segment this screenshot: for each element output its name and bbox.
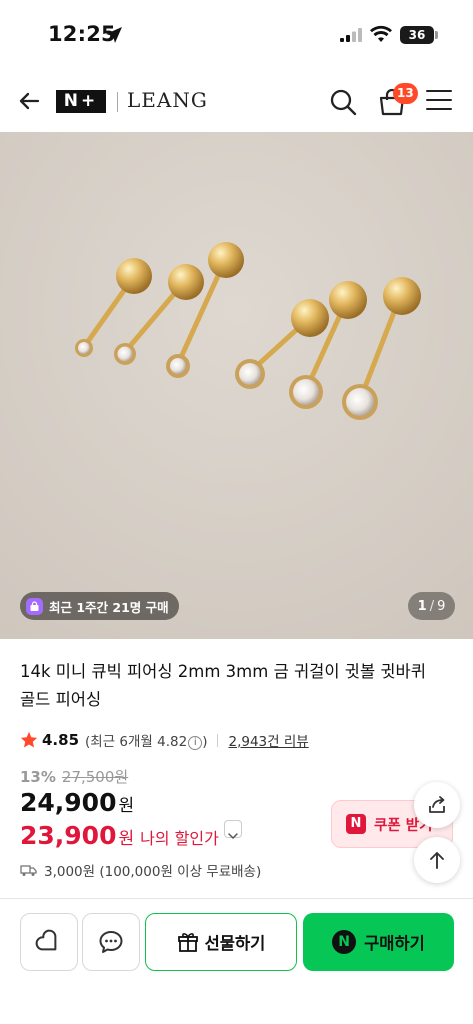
rating-value: 4.85 [42, 731, 80, 749]
gift-icon [177, 933, 198, 952]
sale-price-value: 24,900 [20, 788, 117, 817]
back-button[interactable] [14, 86, 44, 116]
recent-rating-text: (최근 6개월 4.82 [85, 734, 188, 750]
truck-icon [20, 865, 37, 876]
my-discount-price[interactable]: 23,900 원 나의 할인가 [20, 820, 242, 850]
my-price-value: 23,900 [20, 821, 117, 850]
product-image[interactable] [0, 132, 473, 639]
sale-price: 24,900 원 [20, 788, 134, 817]
delivery-info: 3,000원 (100,000원 이상 무료배송) [20, 860, 261, 880]
heart-icon [35, 929, 57, 951]
recent-rating: (최근 6개월 4.82 i) [85, 730, 207, 750]
cellular-signal-icon [340, 28, 362, 42]
rating-divider [217, 733, 219, 747]
share-icon [429, 796, 445, 813]
arrow-left-icon [19, 92, 40, 110]
gift-label: 선물하기 [204, 934, 266, 953]
menu-button[interactable] [426, 90, 452, 112]
brand-divider [117, 92, 118, 112]
review-count-link[interactable]: 2,943건 리뷰 [228, 730, 308, 750]
buy-button[interactable]: N 구매하기 [303, 913, 454, 971]
bottom-action-bar: 선물하기 N 구매하기 [0, 899, 473, 1024]
arrow-up-icon [430, 852, 444, 869]
search-button[interactable] [328, 87, 358, 117]
search-icon [330, 89, 357, 116]
image-page-indicator: 1 / 9 [408, 592, 455, 620]
chevron-down-icon[interactable] [223, 820, 242, 840]
my-price-currency: 원 [118, 829, 135, 849]
scroll-top-button[interactable] [414, 837, 460, 883]
original-price: 27,500원 [61, 768, 129, 786]
page-separator: / [429, 598, 435, 614]
rating-row: 4.85 (최근 6개월 4.82 i) 2,943건 리뷰 [20, 730, 309, 750]
naver-n-icon: N [346, 814, 366, 834]
page-current: 1 [417, 598, 427, 614]
location-arrow-icon [106, 27, 122, 43]
brand-logo-mark[interactable]: N+ [56, 90, 106, 113]
status-bar: 12:25 36 [0, 0, 473, 68]
earring-photo [0, 132, 473, 639]
star-icon [20, 731, 38, 748]
battery-indicator: 36 [400, 26, 434, 44]
battery-tip [435, 31, 438, 39]
chat-bubble-icon [99, 931, 123, 953]
brand-name[interactable]: LEANG [127, 88, 208, 112]
naver-pay-icon: N [332, 930, 357, 954]
gift-button[interactable]: 선물하기 [145, 913, 297, 971]
share-button[interactable] [414, 782, 460, 828]
recent-purchase-badge: 최근 1주간 21명 구매 [20, 592, 179, 620]
cart-count-badge: 13 [393, 83, 418, 104]
discount-row: 13% 27,500원 [20, 766, 128, 787]
discount-rate: 13% [20, 768, 56, 786]
wishlist-button[interactable] [20, 913, 78, 971]
buy-label: 구매하기 [364, 934, 425, 953]
chat-button[interactable] [82, 913, 140, 971]
product-title: 14k 미니 큐빅 피어싱 2mm 3mm 금 귀걸이 귓볼 귓바퀴 골드 피어… [20, 662, 426, 709]
recent-purchase-text: 최근 1주간 21명 구매 [49, 599, 169, 615]
delivery-text: 3,000원 (100,000원 이상 무료배송) [44, 864, 262, 880]
my-price-label: 나의 할인가 [140, 829, 219, 848]
wifi-icon [370, 25, 392, 42]
app-header: N+ LEANG 13 [0, 68, 473, 132]
page-total: 9 [437, 598, 446, 614]
sale-price-currency: 원 [118, 796, 135, 816]
recent-rating-close: ) [202, 734, 208, 750]
hamburger-menu-icon [426, 90, 452, 93]
info-icon[interactable]: i [188, 736, 203, 750]
purchase-bag-icon [26, 597, 43, 615]
